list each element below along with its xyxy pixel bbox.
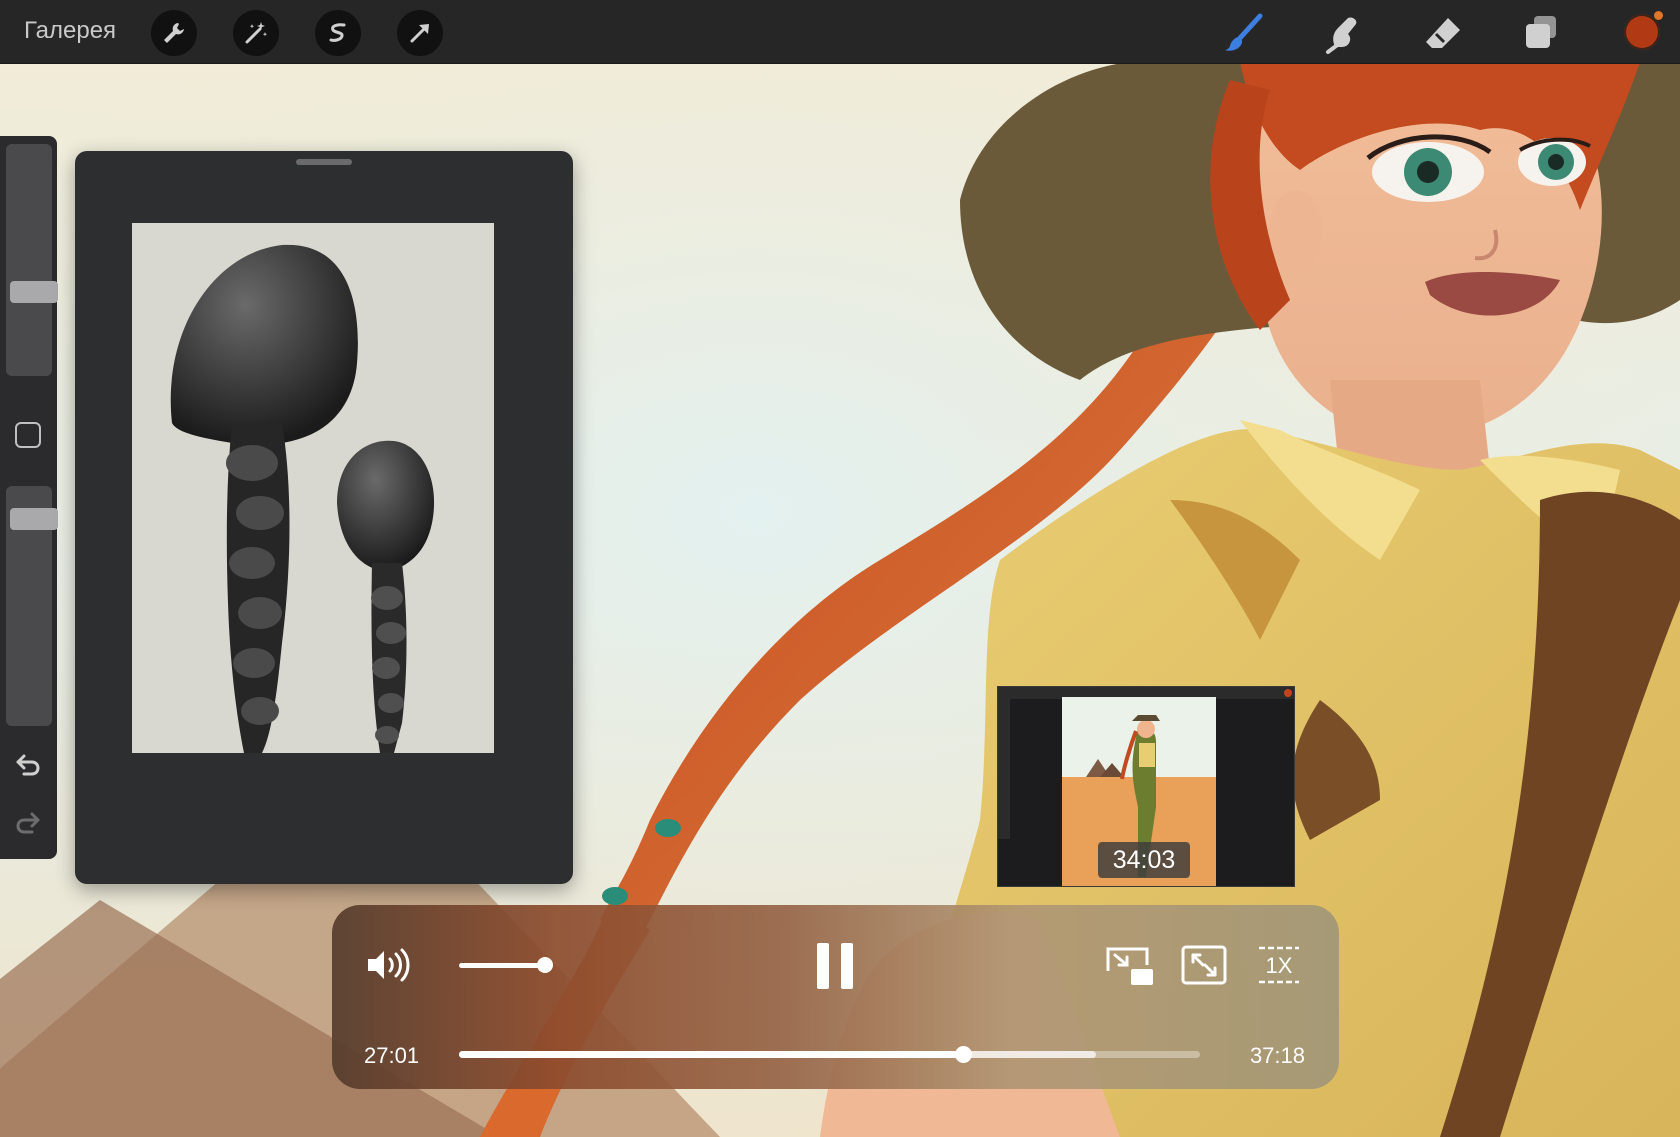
color-picker-button[interactable] — [1624, 11, 1663, 50]
left-sidebar — [0, 136, 58, 859]
smudge-icon[interactable] — [1320, 10, 1366, 56]
gallery-button[interactable]: Галерея — [24, 17, 116, 45]
volume-icon[interactable] — [366, 947, 414, 988]
playback-speed-button[interactable]: 1X — [1257, 945, 1301, 990]
brush-icon[interactable] — [1220, 10, 1266, 56]
reference-panel[interactable] — [75, 151, 573, 884]
brush-size-thumb[interactable] — [10, 280, 58, 303]
playback-speed-label: 1X — [1266, 953, 1293, 978]
brush-size-slider[interactable] — [6, 144, 58, 376]
pause-button[interactable] — [815, 941, 857, 996]
total-duration: 37:18 — [1249, 1043, 1305, 1068]
layers-icon[interactable] — [1518, 10, 1564, 56]
transform-arrow-icon[interactable] — [397, 10, 443, 56]
undo-icon[interactable] — [14, 750, 42, 783]
video-player-controls: 1X 27:01 37:18 — [332, 905, 1339, 1089]
modify-square-icon[interactable] — [15, 422, 41, 448]
brush-opacity-slider[interactable] — [6, 486, 58, 726]
volume-slider[interactable] — [459, 963, 545, 968]
progress-bar[interactable] — [459, 1046, 1200, 1063]
volume-slider-knob[interactable] — [536, 957, 553, 973]
video-thumbnail-preview: 34:03 — [997, 686, 1295, 887]
magic-wand-icon[interactable] — [233, 10, 279, 56]
eraser-icon[interactable] — [1420, 10, 1466, 56]
brush-opacity-thumb[interactable] — [10, 507, 58, 530]
reference-panel-handle[interactable] — [296, 159, 352, 165]
redo-icon[interactable] — [14, 808, 42, 841]
wrench-icon[interactable] — [151, 10, 197, 56]
thumbnail-timestamp: 34:03 — [1098, 842, 1190, 878]
elapsed-time: 27:01 — [364, 1043, 420, 1068]
progress-scrubber-knob[interactable] — [954, 1046, 972, 1063]
selection-icon[interactable] — [315, 10, 361, 56]
fullscreen-icon[interactable] — [1181, 945, 1227, 990]
progress-played — [459, 1051, 963, 1058]
braid-reference-image — [132, 223, 494, 753]
picture-in-picture-icon[interactable] — [1105, 945, 1155, 992]
top-toolbar: Галерея — [0, 0, 1680, 64]
